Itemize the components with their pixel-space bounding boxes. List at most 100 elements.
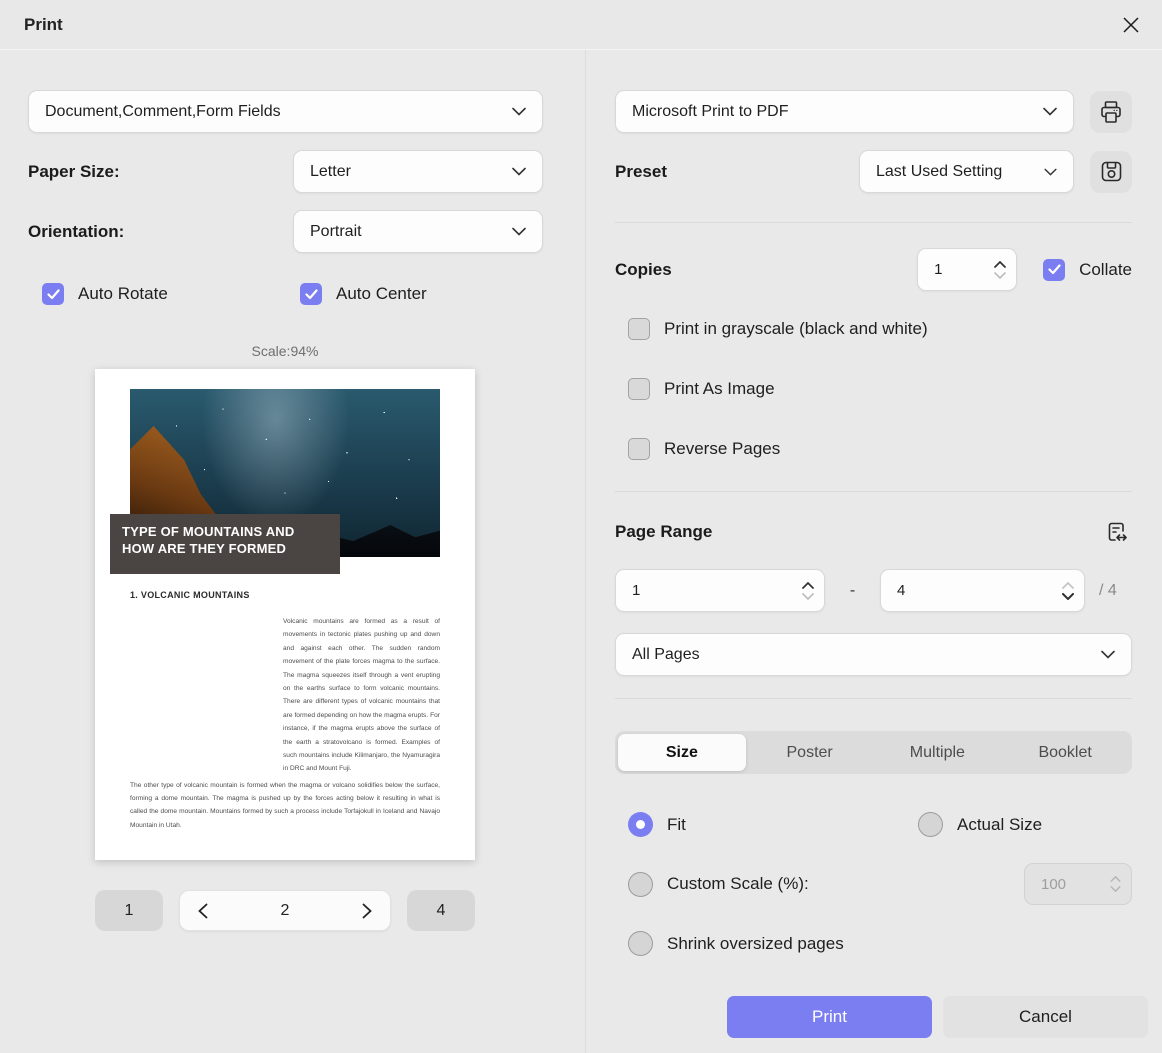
print-content-select[interactable]: Document,Comment,Form Fields — [28, 90, 543, 133]
range-from-input[interactable]: 1 — [615, 569, 825, 612]
copies-stepper[interactable]: 1 — [917, 248, 1018, 291]
pages-mode-select[interactable]: All Pages — [615, 633, 1132, 676]
next-page-icon[interactable] — [362, 903, 372, 919]
first-page-button[interactable]: 1 — [95, 890, 163, 931]
copies-increment-icon[interactable] — [994, 260, 1006, 268]
copies-decrement-icon[interactable] — [994, 271, 1006, 279]
preview-banner-title: TYPE OF MOUNTAINS AND HOW ARE THEY FORME… — [110, 514, 340, 574]
preview-columns: Volcanic mountains are formed as a resul… — [130, 615, 440, 776]
range-from-value: 1 — [632, 582, 641, 599]
range-to-input[interactable]: 4 — [880, 569, 1085, 612]
printer-properties-button[interactable] — [1090, 90, 1132, 133]
orientation-value: Portrait — [310, 222, 362, 240]
tab-poster[interactable]: Poster — [746, 734, 874, 771]
range-separator: - — [849, 581, 856, 599]
tab-size[interactable]: Size — [618, 734, 746, 771]
range-to-decrement-icon[interactable] — [1062, 592, 1074, 600]
preset-select[interactable]: Last Used Setting — [859, 150, 1074, 193]
last-page-button[interactable]: 4 — [407, 890, 475, 931]
shrink-label: Shrink oversized pages — [667, 933, 844, 953]
shrink-option: Shrink oversized pages — [628, 931, 1132, 956]
pages-mode-value: All Pages — [632, 645, 700, 663]
auto-rotate-label: Auto Rotate — [78, 284, 168, 303]
print-as-image-option: Print As Image — [628, 378, 1132, 400]
tab-booklet[interactable]: Booklet — [1001, 734, 1129, 771]
prev-page-icon[interactable] — [198, 903, 208, 919]
paper-size-select[interactable]: Letter — [293, 150, 543, 193]
dialog-title: Print — [24, 14, 63, 34]
divider — [615, 491, 1132, 492]
save-preset-button[interactable] — [1090, 150, 1132, 193]
check-icon — [304, 288, 318, 300]
shrink-radio[interactable] — [628, 931, 653, 956]
paper-size-row: Paper Size: Letter — [28, 150, 543, 193]
range-from-decrement-icon[interactable] — [802, 592, 814, 600]
grayscale-checkbox[interactable] — [628, 318, 650, 340]
paper-size-value: Letter — [310, 162, 351, 180]
custom-range-button[interactable] — [1102, 517, 1132, 547]
range-from-increment-icon[interactable] — [802, 581, 814, 589]
auto-options-row: Auto Rotate Auto Center — [28, 283, 543, 305]
range-total: / 4 — [1099, 581, 1117, 599]
tab-multiple[interactable]: Multiple — [874, 734, 1002, 771]
chevron-down-icon — [512, 227, 526, 236]
collate-label: Collate — [1079, 259, 1132, 279]
orientation-label: Orientation: — [28, 221, 125, 241]
actual-size-label: Actual Size — [957, 814, 1043, 834]
chevron-down-icon — [1044, 168, 1057, 176]
grayscale-option: Print in grayscale (black and white) — [628, 318, 1132, 340]
actual-size-radio[interactable] — [918, 812, 943, 837]
custom-scale-increment-icon — [1110, 876, 1121, 882]
auto-rotate-checkbox[interactable] — [42, 283, 64, 305]
range-to-increment-icon[interactable] — [1062, 581, 1074, 589]
fit-label: Fit — [667, 814, 686, 834]
copies-value: 1 — [934, 261, 943, 278]
orientation-row: Orientation: Portrait — [28, 210, 543, 253]
orientation-select[interactable]: Portrait — [293, 210, 543, 253]
copies-label: Copies — [615, 259, 672, 279]
reverse-pages-checkbox[interactable] — [628, 438, 650, 460]
chevron-down-icon — [512, 107, 526, 116]
printer-select[interactable]: Microsoft Print to PDF — [615, 90, 1074, 133]
close-icon — [1121, 15, 1141, 35]
custom-scale-row: Custom Scale (%): 100 — [615, 863, 1132, 905]
collate-checkbox[interactable] — [1043, 258, 1066, 281]
printer-value: Microsoft Print to PDF — [632, 102, 789, 120]
custom-scale-radio[interactable] — [628, 871, 653, 897]
auto-center-option: Auto Center — [300, 283, 427, 305]
preview-spring-image — [130, 615, 260, 762]
preset-label: Preset — [615, 161, 667, 181]
paper-size-label: Paper Size: — [28, 161, 120, 181]
fit-row: Fit Actual Size — [615, 812, 1132, 837]
print-button[interactable]: Print — [727, 996, 932, 1038]
custom-scale-option: Custom Scale (%): — [628, 871, 809, 897]
fit-radio[interactable] — [628, 812, 653, 837]
layout-tabs: Size Poster Multiple Booklet — [615, 731, 1132, 774]
print-as-image-label: Print As Image — [664, 379, 775, 398]
current-page-number: 2 — [280, 901, 290, 919]
cancel-button[interactable]: Cancel — [943, 996, 1148, 1038]
range-to-value: 4 — [897, 582, 906, 599]
save-icon — [1099, 159, 1124, 184]
page-preview: TYPE OF MOUNTAINS AND HOW ARE THEY FORME… — [95, 369, 475, 860]
check-icon — [46, 288, 60, 300]
print-as-image-checkbox[interactable] — [628, 378, 650, 400]
preset-row: Preset Last Used Setting — [615, 150, 1132, 193]
custom-scale-input[interactable]: 100 — [1024, 863, 1132, 905]
grayscale-label: Print in grayscale (black and white) — [664, 319, 928, 338]
page-range-label: Page Range — [615, 522, 713, 541]
custom-scale-decrement-icon — [1110, 886, 1121, 892]
preset-value: Last Used Setting — [876, 162, 1003, 180]
close-button[interactable] — [1116, 10, 1146, 40]
preview-paragraph-bottom: The other type of volcanic mountain is f… — [130, 782, 440, 829]
custom-scale-label: Custom Scale (%): — [667, 874, 809, 893]
page-range-icon — [1102, 517, 1132, 547]
check-icon — [1047, 264, 1061, 275]
printer-row: Microsoft Print to PDF — [615, 90, 1132, 133]
copies-row: Copies 1 Collate — [615, 248, 1132, 291]
auto-center-checkbox[interactable] — [300, 283, 322, 305]
auto-rotate-option: Auto Rotate — [42, 283, 300, 305]
page-range-header: Page Range — [615, 517, 1132, 547]
page-range-inputs: 1 - 4 / 4 — [615, 569, 1132, 612]
scale-text: Scale:94% — [251, 343, 319, 359]
